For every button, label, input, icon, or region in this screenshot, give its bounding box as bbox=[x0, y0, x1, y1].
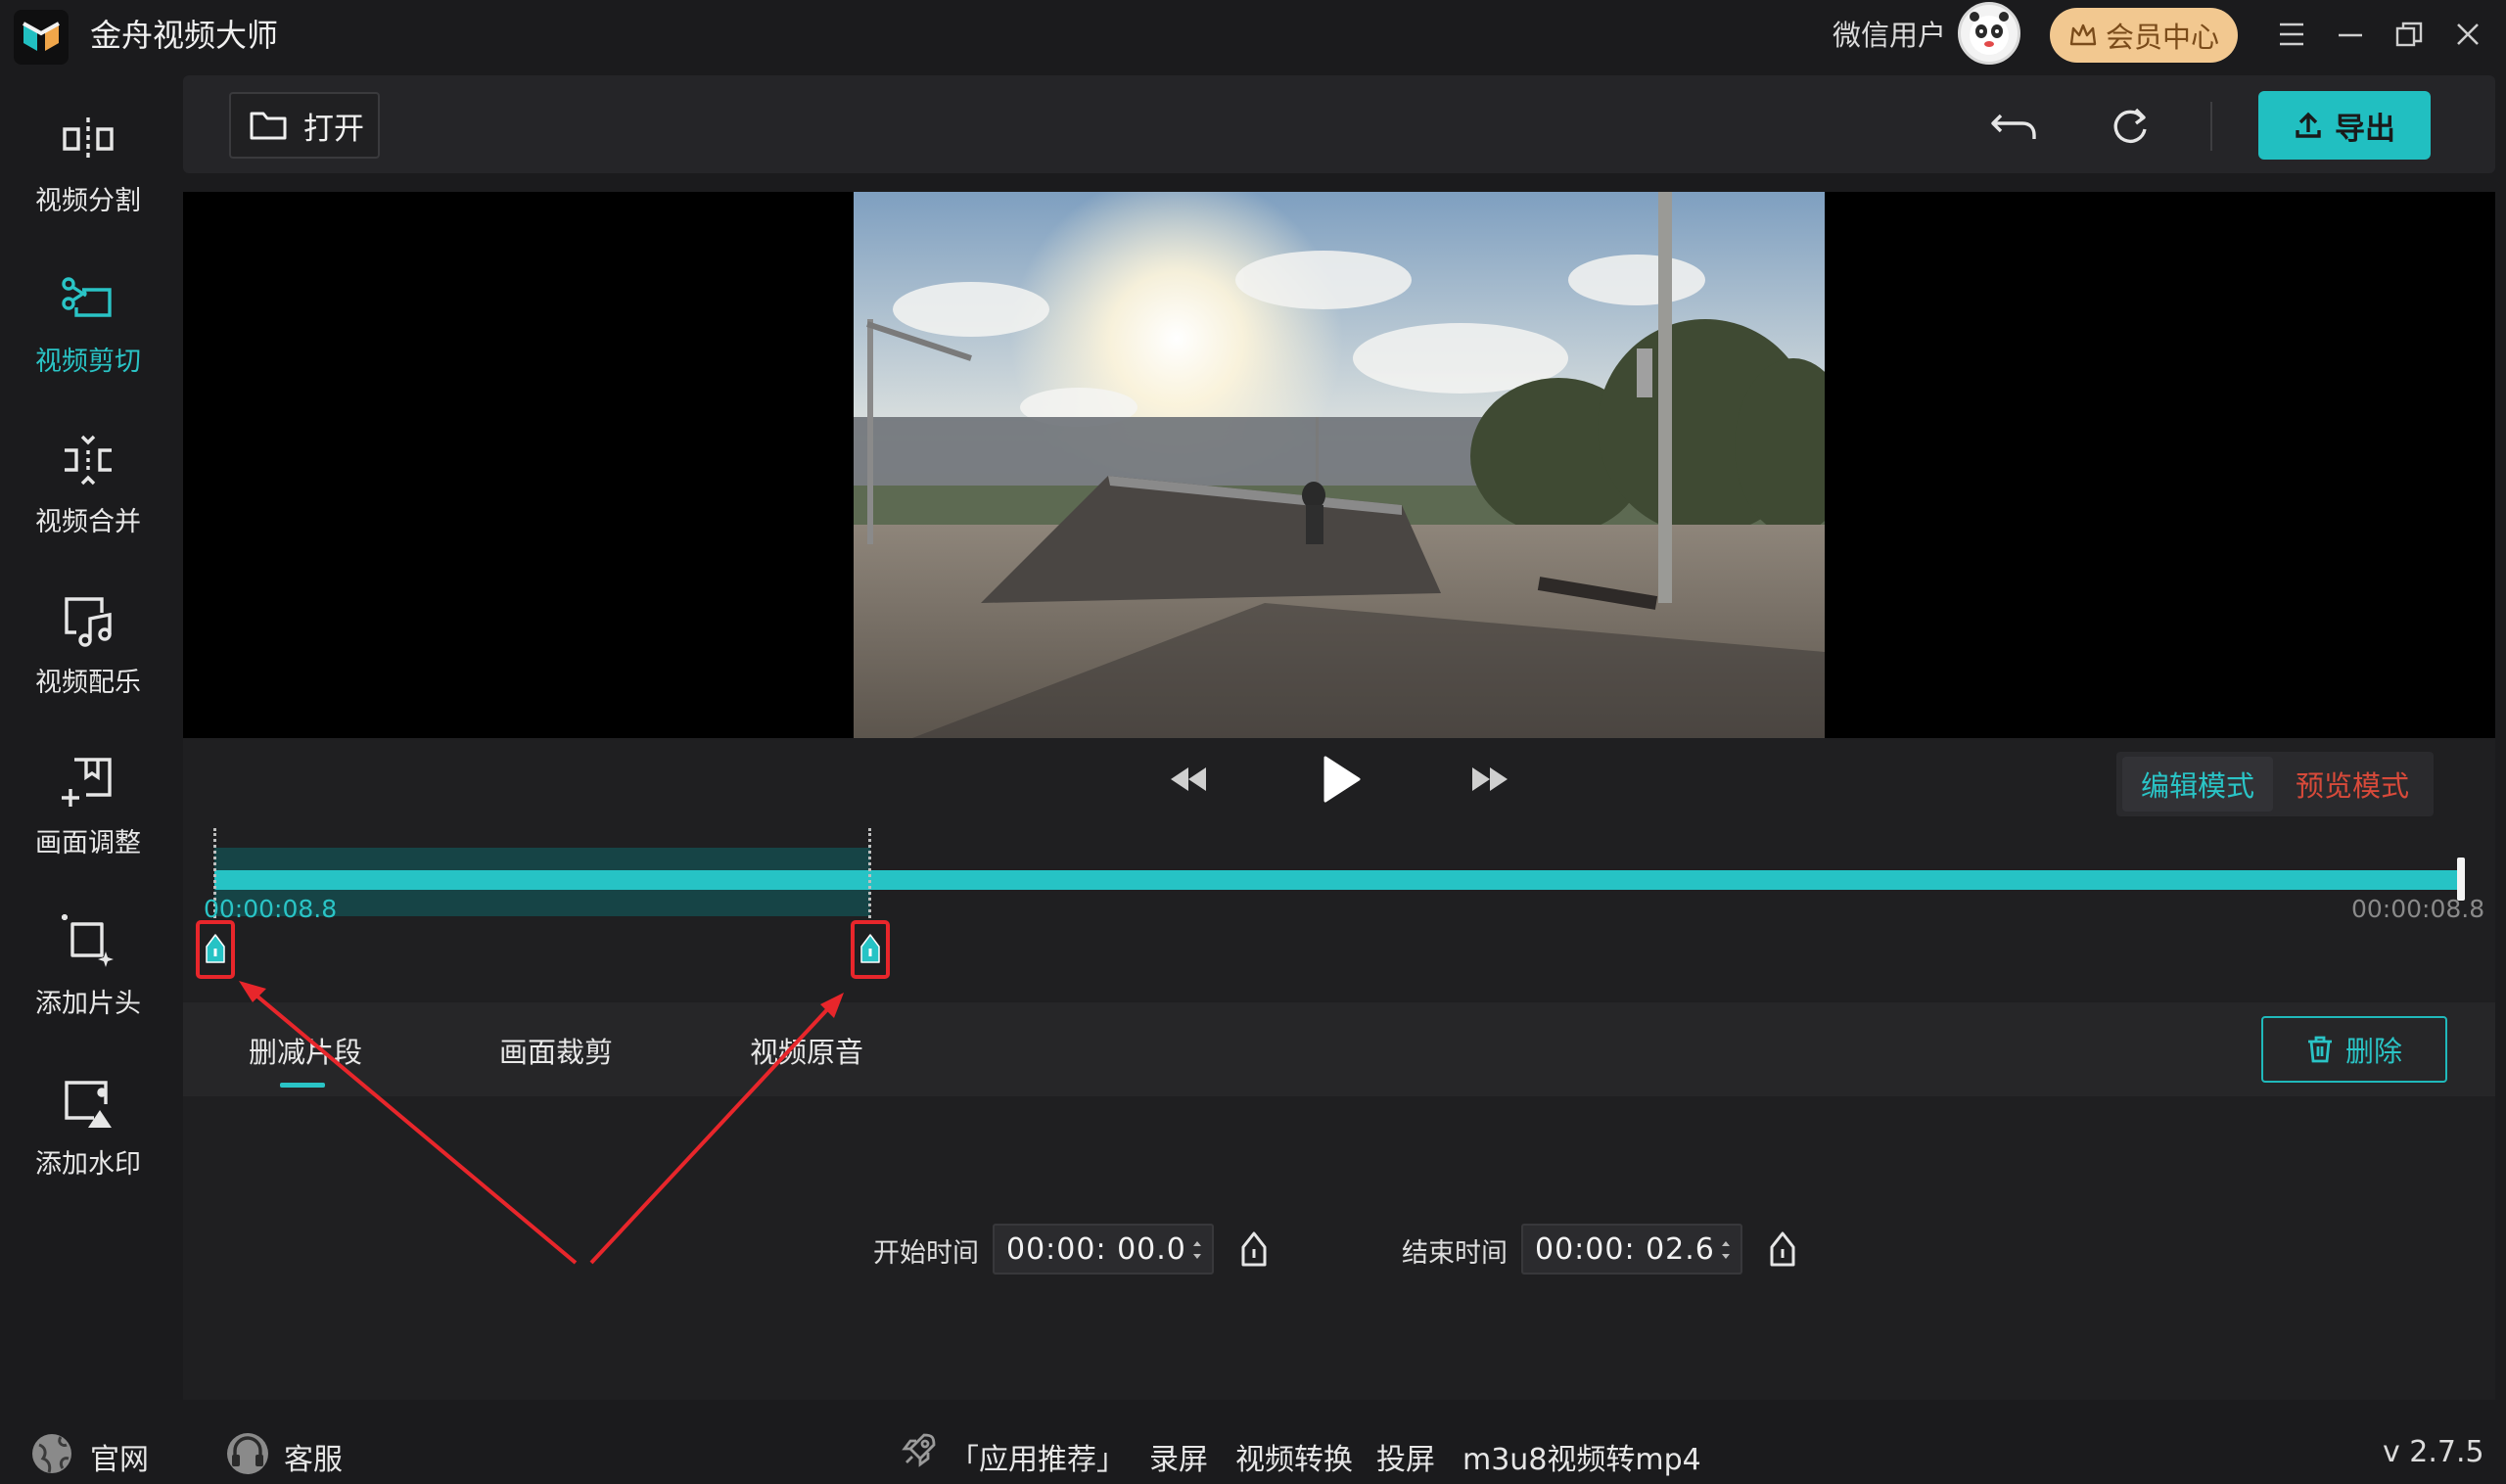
scissors-icon bbox=[53, 264, 123, 334]
sidebar-item-music[interactable]: 视频配乐 bbox=[0, 552, 176, 699]
timeline-track[interactable] bbox=[214, 870, 2464, 890]
start-time-value: 00:00: 00.0 bbox=[1006, 1231, 1186, 1267]
merge-icon bbox=[53, 425, 123, 494]
vip-label: 会员中心 bbox=[2105, 21, 2219, 54]
sidebar-item-intro[interactable]: 添加片头 bbox=[0, 873, 176, 1020]
footer-link-m3u8[interactable]: m3u8视频转mp4 bbox=[1462, 1435, 1701, 1478]
sidebar-item-label: 视频配乐 bbox=[35, 668, 141, 698]
avatar[interactable] bbox=[1958, 2, 2020, 65]
set-start-marker-icon[interactable] bbox=[1237, 1228, 1271, 1271]
sparkle-frame-icon bbox=[53, 906, 123, 976]
rocket-icon bbox=[899, 1429, 940, 1470]
watermark-icon bbox=[53, 1067, 123, 1136]
video-frame[interactable] bbox=[854, 192, 1825, 738]
user-name[interactable]: 微信用户 bbox=[1833, 14, 1946, 57]
sidebar-item-cut[interactable]: 视频剪切 bbox=[0, 231, 176, 378]
folder-icon bbox=[249, 109, 288, 142]
trash-icon bbox=[2306, 1035, 2334, 1064]
edit-mode-button[interactable]: 编辑模式 bbox=[2122, 757, 2273, 812]
website-link[interactable]: 官网 bbox=[90, 1435, 149, 1478]
rewind-icon[interactable] bbox=[1167, 762, 1210, 797]
minimize-icon[interactable] bbox=[2326, 12, 2375, 57]
sidebar-item-merge[interactable]: 视频合并 bbox=[0, 392, 176, 538]
open-button[interactable]: 打开 bbox=[229, 92, 380, 159]
footer-link-record[interactable]: 录屏 bbox=[1149, 1435, 1208, 1478]
crop-adjust-icon bbox=[53, 746, 123, 815]
menu-icon[interactable] bbox=[2267, 12, 2316, 57]
export-button[interactable]: 导出 bbox=[2258, 91, 2431, 160]
sidebar: 视频分割 视频剪切 视频合并 视频配乐 画面调整 添加片头 添加水印 bbox=[0, 70, 176, 1392]
annotation-box-end bbox=[851, 920, 890, 979]
sidebar-item-label: 视频分割 bbox=[35, 186, 141, 216]
toolbar-divider bbox=[2210, 102, 2212, 151]
play-icon[interactable] bbox=[1320, 754, 1363, 805]
timeline-end-time: 00:00:08.8 bbox=[2351, 895, 2485, 923]
end-time-value: 00:00: 02.6 bbox=[1535, 1231, 1715, 1267]
sidebar-item-label: 添加水印 bbox=[35, 1149, 141, 1180]
redo-icon[interactable] bbox=[2103, 102, 2158, 151]
sidebar-item-label: 添加片头 bbox=[35, 989, 141, 1019]
split-icon bbox=[53, 104, 123, 173]
open-label: 打开 bbox=[303, 111, 364, 147]
tab-crop[interactable]: 画面裁剪 bbox=[499, 1030, 613, 1071]
selection-end-line bbox=[868, 828, 871, 918]
end-time-label: 结束时间 bbox=[1402, 1238, 1508, 1269]
delete-label: 删除 bbox=[2344, 1035, 2402, 1068]
undo-icon[interactable] bbox=[1987, 102, 2042, 151]
delete-button[interactable]: 删除 bbox=[2261, 1016, 2447, 1083]
start-time-stepper[interactable] bbox=[1190, 1231, 1204, 1269]
close-icon[interactable] bbox=[2443, 12, 2492, 57]
trim-panel bbox=[183, 1096, 2495, 1400]
app-recommend-label: 「应用推荐」 bbox=[950, 1443, 1126, 1477]
export-label: 导出 bbox=[2335, 111, 2395, 147]
version-label: v 2.7.5 bbox=[2383, 1435, 2484, 1469]
sidebar-item-label: 画面调整 bbox=[35, 828, 141, 858]
sidebar-item-label: 视频剪切 bbox=[35, 347, 141, 377]
sidebar-item-split[interactable]: 视频分割 bbox=[0, 70, 176, 217]
end-time-input[interactable]: 00:00: 02.6 bbox=[1521, 1224, 1742, 1275]
globe-icon[interactable] bbox=[29, 1431, 74, 1476]
app-logo-icon bbox=[14, 10, 69, 65]
headset-icon[interactable] bbox=[223, 1429, 272, 1478]
tab-original-audio[interactable]: 视频原音 bbox=[750, 1030, 863, 1071]
restore-icon[interactable] bbox=[2385, 12, 2434, 57]
app-title: 金舟视频大师 bbox=[90, 17, 279, 54]
sidebar-item-watermark[interactable]: 添加水印 bbox=[0, 1034, 176, 1181]
timeline-start-time: 00:00:08.8 bbox=[204, 895, 338, 923]
vip-center-button[interactable]: 会员中心 bbox=[2050, 8, 2238, 63]
music-note-icon bbox=[53, 585, 123, 655]
end-time-stepper[interactable] bbox=[1719, 1231, 1733, 1269]
preview-mode-button[interactable]: 预览模式 bbox=[2277, 757, 2428, 812]
support-link[interactable]: 客服 bbox=[284, 1435, 343, 1478]
start-time-label: 开始时间 bbox=[873, 1238, 979, 1269]
tab-trim-segment[interactable]: 删减片段 bbox=[249, 1030, 362, 1071]
crown-icon bbox=[2068, 23, 2098, 48]
active-tab-indicator bbox=[280, 1083, 325, 1088]
annotation-box-start bbox=[196, 920, 235, 979]
sidebar-item-label: 视频合并 bbox=[35, 507, 141, 537]
upload-icon bbox=[2294, 111, 2323, 140]
footer-link-cast[interactable]: 投屏 bbox=[1376, 1435, 1435, 1478]
set-end-marker-icon[interactable] bbox=[1766, 1228, 1799, 1271]
start-time-input[interactable]: 00:00: 00.0 bbox=[993, 1224, 1214, 1275]
sidebar-item-adjust[interactable]: 画面调整 bbox=[0, 713, 176, 859]
fast-forward-icon[interactable] bbox=[1468, 762, 1511, 797]
footer-link-convert[interactable]: 视频转换 bbox=[1235, 1435, 1353, 1478]
